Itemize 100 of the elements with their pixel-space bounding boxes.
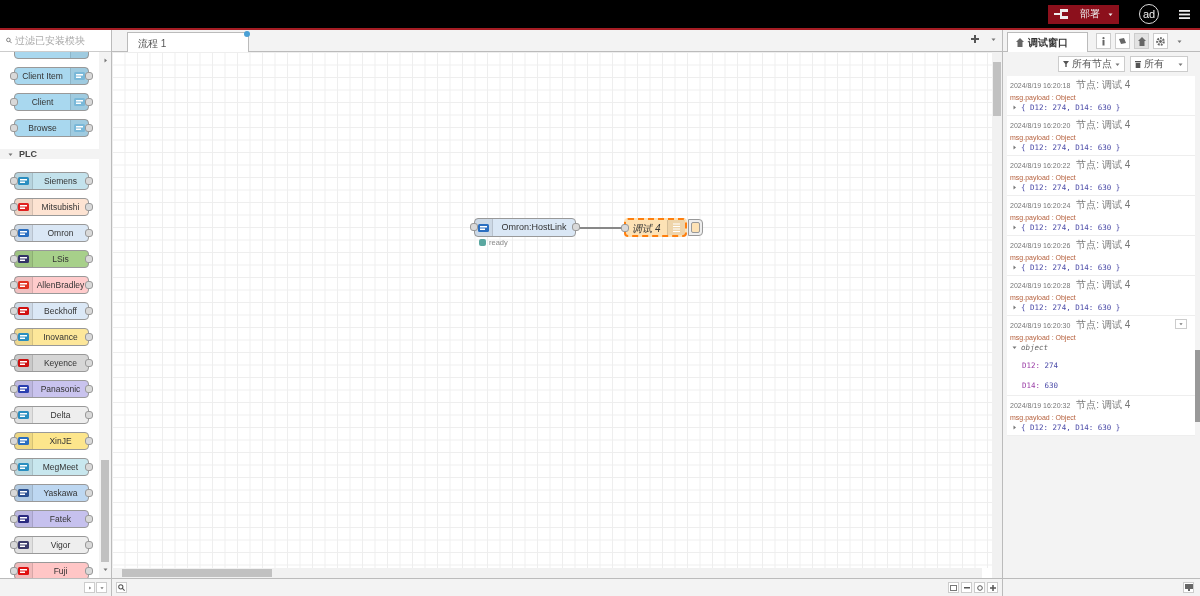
info-icon xyxy=(1100,36,1107,46)
toggle-button[interactable] xyxy=(688,219,703,236)
search-button[interactable] xyxy=(116,582,127,593)
port[interactable] xyxy=(10,567,18,575)
logo-icon xyxy=(18,411,29,419)
port[interactable] xyxy=(10,489,18,497)
zoom-reset-button[interactable] xyxy=(974,582,985,593)
scrollbar-thumb[interactable] xyxy=(1195,350,1200,422)
clear-button[interactable]: 所有 xyxy=(1130,56,1188,72)
logo-icon xyxy=(18,203,29,211)
port[interactable] xyxy=(10,307,18,315)
logo-icon xyxy=(478,223,489,232)
scrollbar[interactable] xyxy=(112,568,982,578)
message-menu-button[interactable] xyxy=(1175,319,1187,329)
category-header[interactable]: PLC xyxy=(0,149,99,159)
message-source-label: 节点: 调试 4 xyxy=(1076,78,1131,92)
port[interactable] xyxy=(10,124,18,132)
scrollbar[interactable] xyxy=(992,52,1002,578)
zoom-in-button[interactable] xyxy=(987,582,998,593)
scrollbar-thumb[interactable] xyxy=(122,569,272,577)
port[interactable] xyxy=(85,72,93,80)
port[interactable] xyxy=(10,72,18,80)
port[interactable] xyxy=(85,333,93,341)
collapse-caret-icon xyxy=(1012,345,1017,350)
port[interactable] xyxy=(85,177,93,185)
search-icon xyxy=(6,37,12,44)
port[interactable] xyxy=(85,515,93,523)
flow-tab[interactable]: 流程 1 xyxy=(127,32,249,52)
port[interactable] xyxy=(85,281,93,289)
minus-icon xyxy=(963,586,970,589)
add-icon[interactable] xyxy=(971,35,979,43)
debug-node[interactable]: 调试 4 xyxy=(624,218,687,237)
port[interactable] xyxy=(85,567,93,575)
message-source-label: 节点: 调试 4 xyxy=(1076,318,1131,332)
map-button[interactable] xyxy=(948,582,959,593)
port[interactable] xyxy=(10,203,18,211)
port[interactable] xyxy=(85,359,93,367)
port[interactable] xyxy=(10,98,18,106)
menu-icon[interactable] xyxy=(1179,9,1190,19)
port[interactable] xyxy=(470,223,478,231)
scrollbar[interactable] xyxy=(99,52,111,578)
port[interactable] xyxy=(85,203,93,211)
scrollbar-thumb[interactable] xyxy=(101,460,109,562)
panel-button[interactable] xyxy=(1096,33,1111,49)
popout-button[interactable] xyxy=(1183,582,1194,593)
panel-button[interactable] xyxy=(1115,33,1130,49)
deploy-button[interactable]: 部署 xyxy=(1048,4,1119,24)
port[interactable] xyxy=(10,229,18,237)
port[interactable] xyxy=(85,255,93,263)
port[interactable] xyxy=(85,411,93,419)
panel-button[interactable] xyxy=(1134,33,1149,49)
port[interactable] xyxy=(10,385,18,393)
logo-icon xyxy=(18,385,29,393)
chevron-icon xyxy=(8,151,13,157)
settings-icon xyxy=(1156,36,1165,46)
node-filter-button[interactable]: 所有节点 xyxy=(1058,56,1125,72)
expand-caret-icon xyxy=(1012,185,1017,190)
port[interactable] xyxy=(85,437,93,445)
port[interactable] xyxy=(85,307,93,315)
menu-caret-icon xyxy=(1177,38,1182,44)
port[interactable] xyxy=(85,229,93,237)
port[interactable] xyxy=(621,224,629,232)
scrollbar-thumb[interactable] xyxy=(993,62,1001,116)
port[interactable] xyxy=(10,359,18,367)
caret-icon xyxy=(1178,61,1183,67)
filter-icon xyxy=(1063,61,1069,67)
port[interactable] xyxy=(85,489,93,497)
expand-caret-icon xyxy=(1012,425,1017,430)
logo-icon xyxy=(18,177,29,185)
message-source-label: 节点: 调试 4 xyxy=(1076,158,1131,172)
caret-icon xyxy=(1108,11,1113,17)
port[interactable] xyxy=(85,98,93,106)
expand-button[interactable] xyxy=(96,582,107,593)
port[interactable] xyxy=(10,437,18,445)
logo-icon xyxy=(18,489,29,497)
zoom-out-button[interactable] xyxy=(961,582,972,593)
port[interactable] xyxy=(10,463,18,471)
panel-button[interactable] xyxy=(1153,33,1168,49)
port[interactable] xyxy=(85,541,93,549)
expand-caret-icon xyxy=(1012,145,1017,150)
collapse-button[interactable] xyxy=(84,582,95,593)
port[interactable] xyxy=(10,177,18,185)
logo-icon xyxy=(18,333,29,341)
sidebar-tab[interactable]: 调试窗口 xyxy=(1007,32,1088,52)
port[interactable] xyxy=(10,255,18,263)
logo-icon xyxy=(18,463,29,471)
logo-icon xyxy=(18,541,29,549)
port[interactable] xyxy=(10,411,18,419)
port[interactable] xyxy=(10,333,18,341)
port[interactable] xyxy=(10,541,18,549)
port[interactable] xyxy=(85,385,93,393)
logo-icon xyxy=(74,98,85,106)
port[interactable] xyxy=(85,463,93,471)
port[interactable] xyxy=(85,124,93,132)
port[interactable] xyxy=(10,281,18,289)
list-icon xyxy=(673,223,680,232)
port[interactable] xyxy=(572,223,580,231)
filter-field[interactable]: 过滤已安装模块 xyxy=(15,35,111,46)
expand-caret-icon xyxy=(1012,225,1017,230)
port[interactable] xyxy=(10,515,18,523)
